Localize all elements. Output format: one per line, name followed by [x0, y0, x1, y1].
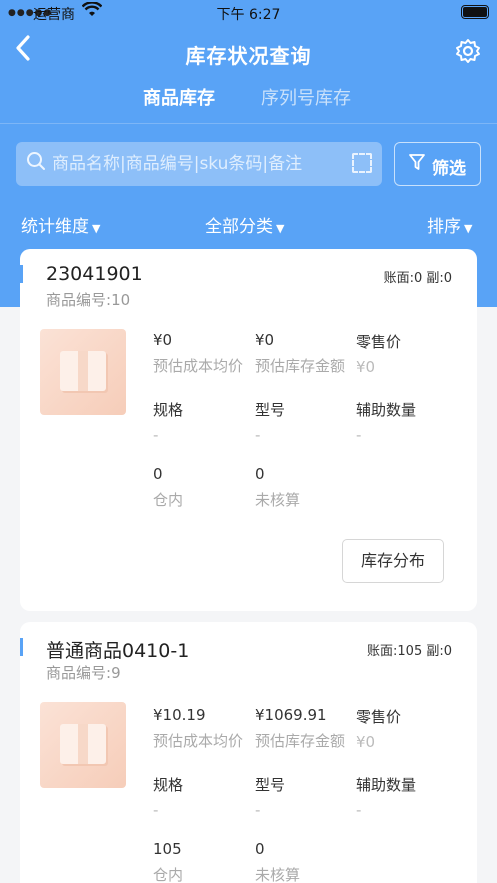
filter-label: 筛选: [432, 159, 466, 179]
box-icon: [60, 351, 106, 391]
tab-serial-stock[interactable]: 序列号库存: [261, 84, 351, 110]
spec-label: 规格: [153, 776, 184, 794]
stock-amount-label: 预估库存金额: [255, 357, 346, 375]
box-icon: [60, 724, 106, 764]
retail-price-value: ¥0: [356, 733, 376, 751]
unaccounted-field: 0 未核算: [255, 840, 300, 883]
product-code-label: 商品编号:: [46, 291, 112, 309]
product-code: 商品编号:9: [46, 662, 121, 683]
sort-dropdown[interactable]: 排序 ▼: [427, 212, 472, 237]
search-icon: [26, 151, 46, 176]
product-image: [40, 702, 126, 788]
chevron-down-icon: ▼: [92, 222, 101, 235]
nav-bar: 库存状况查询: [0, 30, 497, 76]
in-warehouse-label: 仓内: [153, 491, 184, 509]
model-label: 型号: [255, 776, 286, 794]
retail-price-value: ¥0: [356, 358, 376, 376]
category-dropdown[interactable]: 全部分类 ▼: [205, 212, 284, 237]
stock-summary: 账面:0 副:0: [383, 271, 452, 286]
stock-amount-field: ¥1069.91 预估库存金额: [255, 706, 345, 751]
spec-label: 规格: [153, 401, 184, 419]
avg-cost-label: 预估成本均价: [153, 357, 244, 375]
tab-product-stock[interactable]: 商品库存: [143, 84, 215, 110]
retail-price-field: 零售价 ¥0: [356, 331, 401, 376]
retail-price-field: 零售价 ¥0: [356, 706, 401, 751]
avg-cost-value: ¥0: [153, 331, 173, 349]
retail-price-label: 零售价: [356, 708, 402, 726]
stat-dimension-dropdown[interactable]: 统计维度 ▼: [21, 212, 100, 237]
chevron-down-icon: ▼: [276, 222, 285, 235]
spec-field: 规格 -: [153, 774, 183, 819]
stat-dimension-label: 统计维度: [21, 217, 89, 237]
unaccounted-value: 0: [255, 465, 265, 483]
card-marker: [20, 265, 23, 283]
avg-cost-field: ¥0 预估成本均价: [153, 331, 243, 376]
aux-qty-field: 辅助数量 -: [356, 399, 416, 444]
spec-value: -: [153, 426, 159, 444]
tab-bar: 商品库存 序列号库存: [0, 84, 497, 114]
in-warehouse-value: 105: [153, 840, 182, 858]
aux-qty-label: 辅助数量: [356, 776, 417, 794]
in-warehouse-field: 105 仓内: [153, 840, 183, 883]
gear-icon[interactable]: [455, 38, 481, 70]
in-warehouse-value: 0: [153, 465, 163, 483]
unaccounted-label: 未核算: [255, 491, 301, 509]
divider: [0, 123, 497, 124]
stock-amount-field: ¥0 预估库存金额: [255, 331, 345, 376]
unaccounted-field: 0 未核算: [255, 465, 300, 510]
unaccounted-label: 未核算: [255, 866, 301, 883]
card-marker: [20, 638, 23, 656]
stock-amount-label: 预估库存金额: [255, 732, 346, 750]
battery-icon: [461, 5, 489, 19]
avg-cost-label: 预估成本均价: [153, 732, 244, 750]
spec-field: 规格 -: [153, 399, 183, 444]
stock-distribution-button[interactable]: 库存分布: [342, 539, 444, 583]
spec-value: -: [153, 801, 159, 819]
stock-amount-value: ¥1069.91: [255, 706, 327, 724]
sort-label: 排序: [427, 217, 461, 237]
product-code-value: 9: [111, 664, 121, 682]
in-warehouse-label: 仓内: [153, 866, 184, 883]
product-code: 商品编号:10: [46, 289, 130, 310]
category-label: 全部分类: [205, 217, 273, 237]
scan-icon[interactable]: [352, 153, 372, 173]
product-name: 23041901: [46, 263, 143, 285]
aux-qty-label: 辅助数量: [356, 401, 417, 419]
avg-cost-field: ¥10.19 预估成本均价: [153, 706, 243, 751]
stock-amount-value: ¥0: [255, 331, 275, 349]
unaccounted-value: 0: [255, 840, 265, 858]
status-bar: ●●●●● 运营商 下午 6:27: [0, 0, 497, 26]
retail-price-label: 零售价: [356, 333, 402, 351]
product-card[interactable]: 普通商品0410-1 商品编号:9 账面:105 副:0 ¥10.19 预估成本…: [20, 622, 477, 883]
in-warehouse-field: 0 仓内: [153, 465, 183, 510]
product-code-label: 商品编号:: [46, 664, 112, 682]
aux-qty-value: -: [356, 801, 362, 819]
model-field: 型号 -: [255, 774, 285, 819]
product-name: 普通商品0410-1: [46, 640, 190, 662]
avg-cost-value: ¥10.19: [153, 706, 206, 724]
model-value: -: [255, 426, 261, 444]
aux-qty-value: -: [356, 426, 362, 444]
model-field: 型号 -: [255, 399, 285, 444]
aux-qty-field: 辅助数量 -: [356, 774, 416, 819]
model-value: -: [255, 801, 261, 819]
search-box: [16, 142, 382, 186]
filter-button[interactable]: 筛选: [394, 142, 481, 186]
search-input[interactable]: [52, 149, 352, 179]
model-label: 型号: [255, 401, 286, 419]
product-card[interactable]: 23041901 商品编号:10 账面:0 副:0 ¥0 预估成本均价 ¥0 预…: [20, 249, 477, 611]
chevron-down-icon: ▼: [464, 222, 473, 235]
dimension-bar: 统计维度 ▼ 全部分类 ▼ 排序 ▼: [0, 212, 497, 238]
product-code-value: 10: [111, 291, 131, 309]
clock: 下午 6:27: [216, 7, 281, 23]
funnel-icon: [408, 153, 426, 175]
stock-summary: 账面:105 副:0: [367, 644, 452, 659]
product-image: [40, 329, 126, 415]
page-title: 库存状况查询: [185, 44, 312, 68]
